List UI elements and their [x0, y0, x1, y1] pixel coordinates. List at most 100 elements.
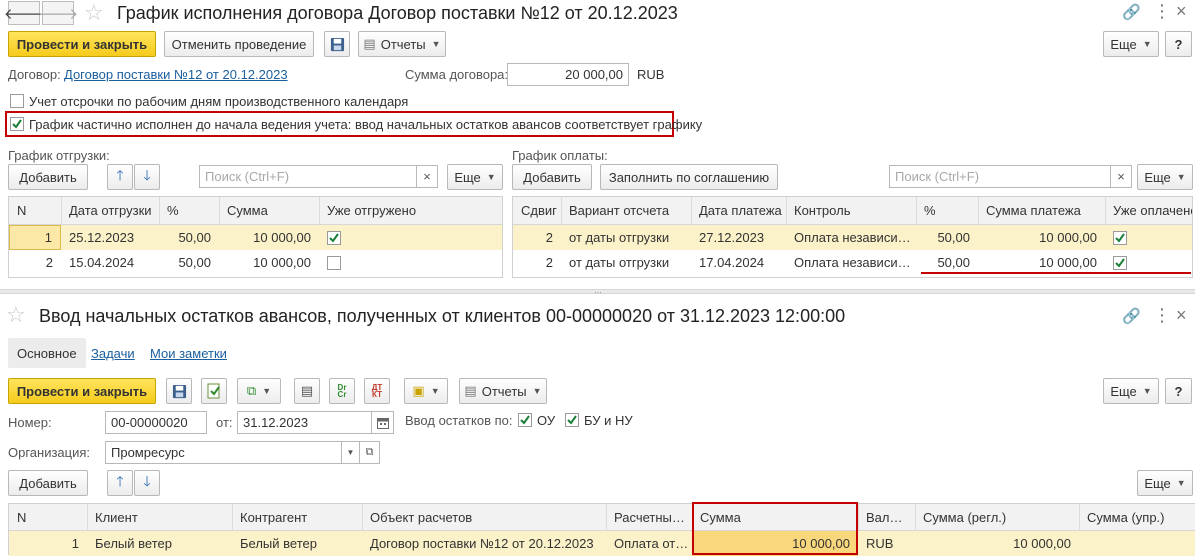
contract-sum-field[interactable]: 20 000,00 [507, 63, 629, 86]
link-icon[interactable]: 🔗 [1122, 3, 1141, 21]
contract-label: Договор: [8, 67, 61, 82]
shipment-search-clear-button[interactable]: × [417, 165, 438, 188]
add-row-button[interactable]: Добавить [8, 470, 88, 496]
create-based-on-button[interactable]: ⧉ ▼ [237, 378, 281, 404]
col-header[interactable]: Сдвиг [513, 197, 561, 224]
tab-main[interactable]: Основное [8, 338, 86, 368]
col-header[interactable]: Объект расчетов [362, 504, 606, 530]
advances-table: N Клиент Контрагент Объект расчетов Расч… [8, 503, 1195, 556]
dt-kt-button[interactable]: ДТ КТ [364, 378, 390, 404]
shipment-more-button[interactable]: Еще ▼ [447, 164, 503, 190]
checkmark-icon [520, 415, 530, 425]
table-row[interactable]: 2 15.04.2024 50,00 10 000,00 [9, 250, 502, 275]
bu-nu-checkbox[interactable] [565, 413, 579, 427]
organization-field[interactable]: Промресурс [105, 441, 342, 464]
col-header[interactable]: % [916, 197, 978, 224]
reports-icon: ▤ [464, 383, 477, 398]
more-button[interactable]: Еще ▼ [1103, 31, 1159, 57]
col-header[interactable]: Расчетны… [606, 504, 692, 530]
tab-my-notes[interactable]: Мои заметки [141, 338, 236, 368]
col-header[interactable]: Вал… [858, 504, 915, 530]
caret-down-icon: ▼ [532, 386, 542, 396]
organization-dropdown-button[interactable]: ▼ [342, 441, 360, 464]
dr-cr-button[interactable]: Dr Cr [329, 378, 355, 404]
post-button[interactable] [201, 378, 227, 404]
col-header[interactable]: Сумма (регл.) [915, 504, 1079, 530]
payment-variant: от даты отгрузки [569, 255, 670, 270]
cancel-posting-button[interactable]: Отменить проведение [164, 31, 314, 57]
help-button[interactable]: ? [1165, 378, 1192, 404]
col-header[interactable]: % [159, 197, 219, 224]
list-button[interactable]: ▤ [294, 378, 320, 404]
col-header[interactable]: Сумма платежа [978, 197, 1105, 224]
close-icon[interactable]: × [1176, 305, 1187, 326]
ou-checkbox[interactable] [518, 413, 532, 427]
link-icon[interactable]: 🔗 [1122, 307, 1141, 325]
col-header[interactable]: Вариант отсчета [561, 197, 691, 224]
already-shipped-checkbox[interactable] [327, 230, 341, 245]
table-row[interactable]: 1 25.12.2023 50,00 10 000,00 [9, 225, 502, 250]
col-header[interactable]: Контрагент [232, 504, 362, 530]
col-header[interactable]: Уже оплачено [1105, 197, 1192, 224]
ou-label: ОУ [537, 413, 556, 428]
payment-add-button[interactable]: Добавить [512, 164, 592, 190]
col-header[interactable]: Дата отгрузки [61, 197, 159, 224]
col-header[interactable]: N [9, 197, 61, 224]
forward-button[interactable]: 🡒 [38, 1, 78, 25]
row-number: 1 [71, 536, 79, 551]
arrow-down-icon: 🡓 [143, 167, 151, 183]
partial-execution-checkbox[interactable] [10, 117, 24, 131]
col-header[interactable]: N [9, 504, 87, 530]
col-header[interactable]: Уже отгружено [319, 197, 502, 224]
date-field[interactable]: 31.12.2023 [237, 411, 372, 434]
table-row[interactable]: 2 от даты отгрузки 27.12.2023 Оплата нез… [513, 225, 1192, 250]
number-field[interactable]: 00-00000020 [105, 411, 207, 434]
col-header[interactable]: Контроль [786, 197, 916, 224]
post-and-close-button[interactable]: Провести и закрыть [8, 378, 156, 404]
calendar-button[interactable] [372, 411, 394, 434]
payment-title: График оплаты: [512, 148, 608, 163]
contract-link[interactable]: Договор поставки №12 от 20.12.2023 [64, 67, 288, 82]
already-shipped-checkbox[interactable] [327, 255, 341, 270]
counterparty-cell: Белый ветер [240, 536, 317, 551]
tab-tasks[interactable]: Задачи [82, 338, 144, 368]
shipment-move-down-button[interactable]: 🡓 [134, 164, 160, 190]
reports-button[interactable]: ▤ Отчеты ▼ [459, 378, 547, 404]
close-icon[interactable]: × [1176, 1, 1187, 22]
col-header[interactable]: Клиент [87, 504, 232, 530]
shipment-search-input[interactable]: Поиск (Ctrl+F) [199, 165, 417, 188]
favorite-star-icon[interactable]: ☆ [6, 302, 26, 328]
more-button[interactable]: Еще ▼ [1103, 378, 1159, 404]
row-number: 1 [9, 225, 61, 250]
already-paid-checkbox[interactable] [1113, 255, 1127, 270]
shipment-add-button[interactable]: Добавить [8, 164, 88, 190]
calendar-checkbox[interactable] [10, 94, 24, 108]
move-down-button[interactable]: 🡓 [134, 470, 160, 496]
col-header[interactable]: Сумма [219, 197, 319, 224]
table-row[interactable]: 1 Белый ветер Белый ветер Договор постав… [9, 531, 1195, 556]
post-and-close-button[interactable]: Провести и закрыть [8, 31, 156, 57]
save-button[interactable] [324, 31, 350, 57]
help-button[interactable]: ? [1165, 31, 1192, 57]
reports-button[interactable]: ▤ Отчеты ▼ [358, 31, 446, 57]
move-up-button[interactable]: 🡑 [107, 470, 133, 496]
kebab-menu-icon[interactable]: ⋮ [1153, 305, 1171, 326]
col-header[interactable]: Сумма (упр.) [1079, 504, 1195, 530]
checkmark-icon [1115, 232, 1125, 243]
attachments-button[interactable]: ▣ ▼ [404, 378, 448, 404]
payment-more-button[interactable]: Еще ▼ [1137, 164, 1193, 190]
table-more-button[interactable]: Еще ▼ [1137, 470, 1193, 496]
favorite-star-icon[interactable]: ☆ [84, 0, 104, 26]
save-button[interactable] [166, 378, 192, 404]
organization-open-button[interactable]: ⧉ [360, 441, 380, 464]
already-paid-checkbox[interactable] [1113, 230, 1127, 245]
payment-search-clear-button[interactable]: × [1111, 165, 1132, 188]
list-icon: ▤ [300, 383, 314, 398]
back-button[interactable]: 🡐 [4, 1, 44, 25]
col-header[interactable]: Дата платежа [691, 197, 786, 224]
payment-search-input[interactable]: Поиск (Ctrl+F) [889, 165, 1111, 188]
caret-down-icon: ▼ [431, 39, 441, 49]
kebab-menu-icon[interactable]: ⋮ [1153, 1, 1171, 22]
fill-by-agreement-button[interactable]: Заполнить по соглашению [600, 164, 778, 190]
shipment-move-up-button[interactable]: 🡑 [107, 164, 133, 190]
